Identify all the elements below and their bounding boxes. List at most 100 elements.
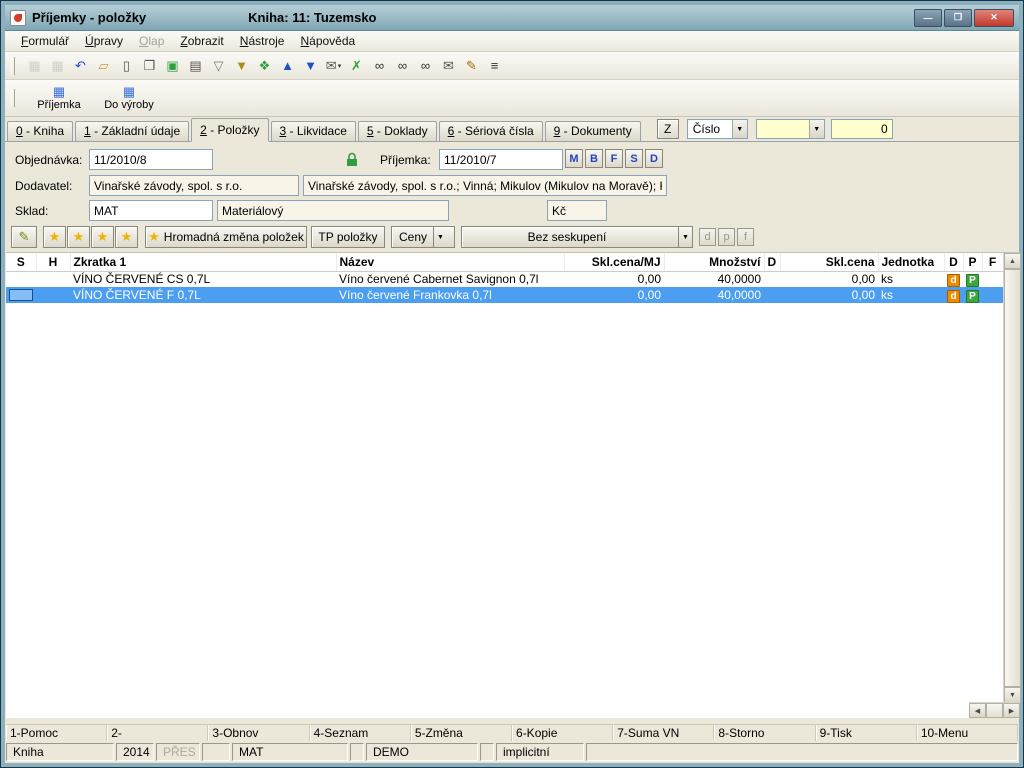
chevron-down-icon[interactable]: ▼ (732, 120, 747, 138)
column-header-3-n-zev[interactable]: Název (336, 253, 564, 271)
doc-button-f[interactable]: F (605, 149, 623, 168)
fkey-4-seznam[interactable]: 4-Seznam (310, 725, 411, 741)
fkey-10-menu[interactable]: 10-Menu (917, 725, 1018, 741)
chevron-down-icon[interactable]: ▼ (678, 227, 692, 247)
menu-item-n-stroje[interactable]: Nástroje (232, 32, 293, 50)
menu-item-n-pov-da[interactable]: Nápověda (292, 32, 363, 50)
column-header-2-zkratka-1[interactable]: Zkratka 1 (70, 253, 336, 271)
tab-6-s-riov-sla[interactable]: 6 - Sériová čísla (439, 121, 543, 141)
column-header-10-p[interactable]: P (963, 253, 982, 271)
filter-icon[interactable]: ▽ (208, 56, 229, 76)
column-header-7-skl-cena[interactable]: Skl.cena (780, 253, 878, 271)
action-toolbar-grip[interactable] (11, 89, 15, 107)
doc-button-b[interactable]: B (585, 149, 603, 168)
mail-dropdown-icon[interactable]: ✉▾ (323, 56, 344, 76)
edit-note-icon[interactable]: ✎ (461, 56, 482, 76)
grouping-dropdown[interactable]: Bez seskupení ▼ (461, 226, 693, 248)
minimize-button[interactable]: — (914, 9, 942, 27)
cancel-changes-icon[interactable]: ✗ (346, 56, 367, 76)
chevron-down-icon[interactable]: ▼ (433, 227, 447, 247)
column-header-5-mno-stv[interactable]: Množství (664, 253, 764, 271)
scroll-up-icon[interactable]: ▲ (1004, 253, 1021, 269)
menu-item-zobrazit[interactable]: Zobrazit (172, 32, 231, 50)
doc-button-d[interactable]: D (645, 149, 663, 168)
column-header-6-d[interactable]: D (764, 253, 780, 271)
mail-icon[interactable]: ✉ (438, 56, 459, 76)
new-document-icon[interactable]: ▯ (116, 56, 137, 76)
move-up-icon[interactable]: ▲ (277, 56, 298, 76)
bulk-change-label: Hromadná změna položek (164, 230, 304, 244)
fkey-5-zm-na[interactable]: 5-Změna (411, 725, 512, 741)
fkey-7-suma-vn[interactable]: 7-Suma VN (613, 725, 714, 741)
toolbar-grip[interactable] (11, 57, 15, 75)
column-header-0-s[interactable]: S (6, 253, 36, 271)
undo-icon[interactable]: ↶ (70, 56, 91, 76)
copy-icon[interactable]: ❐ (139, 56, 160, 76)
fkey-1-pomoc[interactable]: 1-Pomoc (6, 725, 107, 741)
star-add-button[interactable]: ★ (67, 226, 90, 248)
open-icon[interactable]: ▱ (93, 56, 114, 76)
prices-dropdown-button[interactable]: Ceny ▼ (391, 226, 455, 248)
layers-icon[interactable]: ❖ (254, 56, 275, 76)
table-row-0[interactable]: VÍNO ČERVENÉ CS 0,7LVíno červené Caberne… (6, 271, 1003, 287)
lock-document-icon[interactable]: ▣ (162, 56, 183, 76)
menu-item-formul[interactable]: Formulář (13, 32, 77, 50)
find-related-icon[interactable]: ∞ (415, 56, 436, 76)
edit-items-button[interactable]: ✎ (11, 226, 37, 248)
horizontal-scroll-thumb[interactable] (986, 703, 1003, 718)
record-count-field[interactable] (831, 119, 893, 139)
notebook-icon[interactable]: ▤ (185, 56, 206, 76)
fkey-8-storno[interactable]: 8-Storno (714, 725, 815, 741)
table-row-1[interactable]: VÍNO ČERVENÉ F 0,7LVíno červené Frankovk… (6, 287, 1003, 303)
action-button-do-v-roby[interactable]: ▦Do výroby (98, 82, 160, 115)
action-button-p-jemka[interactable]: ▦Příjemka (28, 82, 90, 115)
star-favorites-button[interactable]: ★ (43, 226, 66, 248)
doc-button-s[interactable]: S (625, 149, 643, 168)
close-button[interactable]: ✕ (974, 9, 1014, 27)
cislo-combo[interactable]: Číslo ▼ (687, 119, 748, 139)
maximize-button[interactable]: ❐ (944, 9, 972, 27)
row-cursor (9, 289, 33, 301)
status-cell-empty-9 (586, 743, 1018, 761)
column-header-4-skl-cena-mj[interactable]: Skl.cena/MJ (564, 253, 664, 271)
column-header-8-jednotka[interactable]: Jednotka (878, 253, 944, 271)
find-next-icon[interactable]: ∞ (392, 56, 413, 76)
receipt-input[interactable] (439, 149, 563, 170)
fkey-6-kopie[interactable]: 6-Kopie (512, 725, 613, 741)
scroll-down-icon[interactable]: ▼ (1004, 687, 1021, 703)
find-icon[interactable]: ∞ (369, 56, 390, 76)
tab-2-polo-ky[interactable]: 2 - Položky (191, 118, 268, 142)
fkey-2[interactable]: 2- (107, 725, 208, 741)
bulk-change-button[interactable]: ★ Hromadná změna položek (145, 226, 307, 248)
doc-button-m[interactable]: M (565, 149, 583, 168)
star-assign-button[interactable]: ★ (91, 226, 114, 248)
menu-item-pravy[interactable]: Úpravy (77, 32, 131, 50)
tab-1-z-kladn-daje[interactable]: 1 - Základní údaje (75, 121, 189, 141)
warehouse-input[interactable] (89, 200, 213, 221)
move-down-icon[interactable]: ▼ (300, 56, 321, 76)
fkey-3-obnov[interactable]: 3-Obnov (208, 725, 309, 741)
chevron-down-icon[interactable]: ▼ (809, 120, 824, 138)
column-header-9-d[interactable]: D (944, 253, 963, 271)
tp-items-button[interactable]: TP položky (311, 226, 385, 248)
title-bar[interactable]: Příjemky - položky Kniha: 11: Tuzemsko —… (5, 5, 1019, 31)
tab-0-kniha[interactable]: 0 - Kniha (7, 121, 73, 141)
horizontal-scrollbar[interactable]: ◀ ▶ (969, 702, 1020, 718)
vertical-scrollbar[interactable]: ▲ ▼ (1003, 253, 1020, 703)
z-button[interactable]: Z (657, 119, 679, 139)
order-input[interactable] (89, 149, 213, 170)
list-menu-icon[interactable]: ≡ (484, 56, 505, 76)
tab-5-doklady[interactable]: 5 - Doklady (358, 121, 437, 141)
vertical-scroll-thumb[interactable] (1004, 269, 1021, 687)
tab-3-likvidace[interactable]: 3 - Likvidace (271, 121, 356, 141)
scroll-right-icon[interactable]: ▶ (1003, 703, 1020, 718)
column-header-1-h[interactable]: H (36, 253, 70, 271)
filter-document-icon[interactable]: ▼ (231, 56, 252, 76)
star-favorites-icon: ★ (49, 229, 61, 245)
fkey-9-tisk[interactable]: 9-Tisk (816, 725, 917, 741)
column-header-11-f[interactable]: F (982, 253, 1003, 271)
quick-filter-combo[interactable]: ▼ (756, 119, 825, 139)
scroll-left-icon[interactable]: ◀ (969, 703, 986, 718)
tab-9-dokumenty[interactable]: 9 - Dokumenty (545, 121, 641, 141)
star-remove-button[interactable]: ★ (115, 226, 138, 248)
